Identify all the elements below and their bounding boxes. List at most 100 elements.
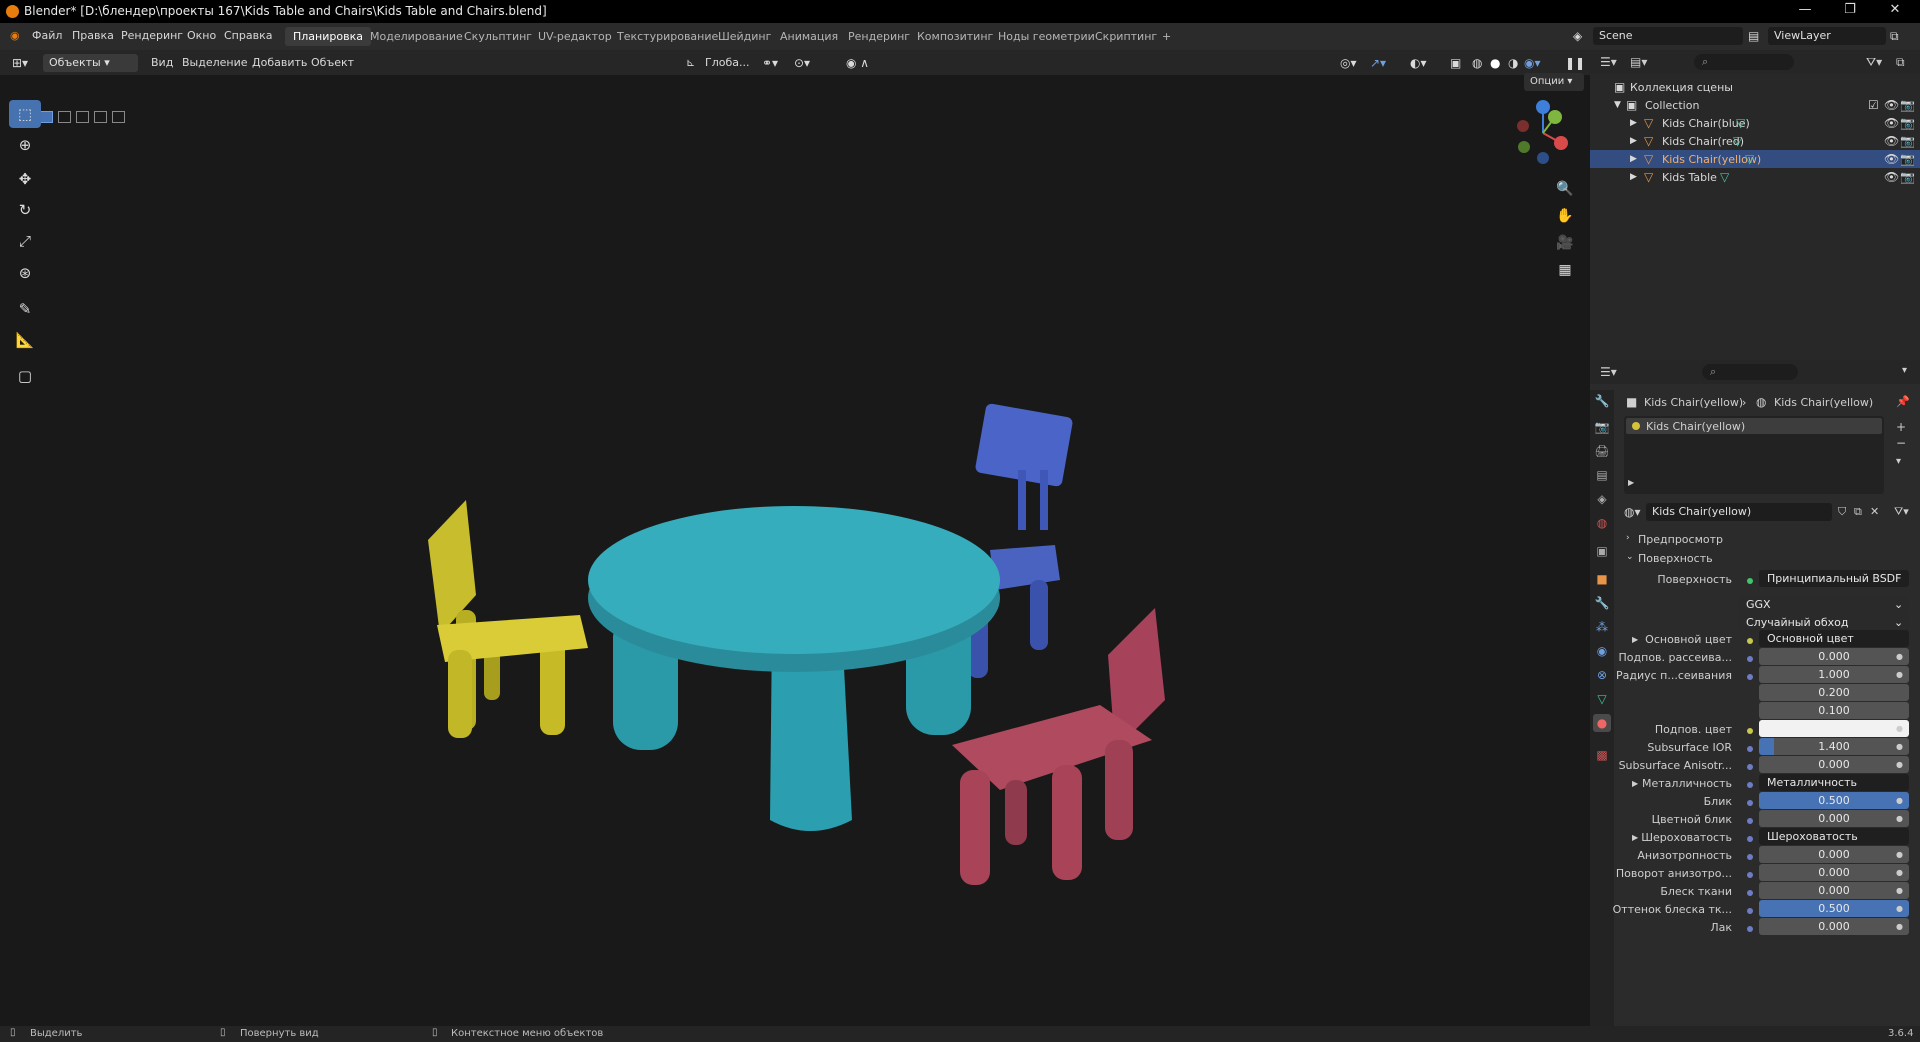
- expand-arrow-icon[interactable]: ▶: [1628, 478, 1634, 487]
- clearcoat-field[interactable]: 0.000: [1759, 918, 1909, 935]
- tab-rendering[interactable]: Рендеринг: [840, 27, 918, 46]
- eye-icon[interactable]: 👁: [1884, 170, 1899, 184]
- expand-arrow-icon[interactable]: ▶: [1630, 154, 1637, 164]
- slot-menu-chevron-icon[interactable]: ▾: [1896, 456, 1901, 467]
- surface-shader-field[interactable]: Принципиальный BSDF: [1759, 570, 1909, 587]
- distribution-dropdown[interactable]: GGX ⌄: [1738, 596, 1909, 613]
- render-camera-icon[interactable]: 📷: [1900, 152, 1915, 166]
- roughness-field[interactable]: Шероховатость: [1759, 828, 1909, 845]
- eye-icon[interactable]: 👁: [1884, 134, 1899, 148]
- properties-search-input[interactable]: ⌕: [1702, 364, 1798, 380]
- expand-arrow-icon[interactable]: ▶: [1630, 118, 1637, 128]
- tab-sculpting[interactable]: Скульптинг: [456, 27, 540, 46]
- material-slot-row[interactable]: Kids Chair(yellow): [1626, 418, 1882, 434]
- tab-uv-editing[interactable]: UV-редактор: [530, 27, 620, 46]
- outliner-collection[interactable]: ▼ ▣ Collection ☑ 👁 📷: [1590, 96, 1920, 114]
- surface-panel-header[interactable]: ⌄ Поверхность: [1624, 549, 1914, 567]
- outliner-scene-collection[interactable]: ▣ Коллекция сцены: [1590, 78, 1920, 96]
- outliner-item-kids-table[interactable]: ▶ ▽ Kids Table ▽ 👁 📷: [1590, 168, 1920, 186]
- maximize-icon[interactable]: ❐: [1835, 2, 1865, 17]
- chevron-down-icon[interactable]: ▾: [1902, 365, 1907, 376]
- outliner-item-kids-chair-red[interactable]: ▶ ▽ Kids Chair(red) ▽ 👁 📷: [1590, 132, 1920, 150]
- keyframe-dot-icon[interactable]: ●: [1896, 742, 1903, 751]
- tool-tab-icon[interactable]: 🔧: [1593, 392, 1611, 410]
- view-layer-selector[interactable]: ViewLayer: [1768, 27, 1886, 45]
- keyframe-dot-icon[interactable]: ●: [1896, 814, 1903, 823]
- anisotropic-field[interactable]: 0.000: [1759, 846, 1909, 863]
- subsurface-color-swatch[interactable]: [1759, 720, 1909, 737]
- expand-arrow-icon[interactable]: ▶: [1630, 172, 1637, 182]
- subsurface-anisotropy-field[interactable]: 0.000: [1759, 756, 1909, 773]
- output-tab-icon[interactable]: 🖨: [1593, 442, 1611, 460]
- outliner-item-kids-chair-yellow[interactable]: ▶ ▽ Kids Chair(yellow) ▽ 👁 📷: [1590, 150, 1920, 168]
- subsurface-radius-z-field[interactable]: 0.100: [1759, 702, 1909, 719]
- menu-edit[interactable]: Правка: [72, 29, 114, 42]
- preview-panel-header[interactable]: › Предпросмотр: [1624, 530, 1914, 548]
- close-icon[interactable]: ✕: [1880, 2, 1910, 17]
- anisotropic-rotation-field[interactable]: 0.000: [1759, 864, 1909, 881]
- exclude-checkbox-icon[interactable]: ☑: [1868, 98, 1879, 112]
- expand-arrow-icon[interactable]: ▼: [1614, 100, 1621, 110]
- tab-modeling[interactable]: Моделирование: [362, 27, 471, 46]
- render-camera-icon[interactable]: 📷: [1900, 98, 1915, 112]
- fake-user-shield-icon[interactable]: ⛉: [1838, 505, 1846, 519]
- tab-compositing[interactable]: Композитинг: [909, 27, 1001, 46]
- menu-window[interactable]: Окно: [187, 29, 216, 42]
- new-view-layer-icon[interactable]: ⧉: [1890, 29, 1899, 44]
- keyframe-dot-icon[interactable]: ●: [1896, 670, 1903, 679]
- menu-help[interactable]: Справка: [224, 29, 272, 42]
- metallic-field[interactable]: Металличность: [1759, 774, 1909, 791]
- keyframe-dot-icon[interactable]: ●: [1896, 886, 1903, 895]
- menu-file[interactable]: Файл: [32, 29, 62, 42]
- duplicate-material-icon[interactable]: ⧉: [1854, 505, 1862, 519]
- eye-icon[interactable]: 👁: [1884, 116, 1899, 130]
- tab-texture-paint[interactable]: Текстурирование: [609, 27, 726, 46]
- base-color-field[interactable]: Основной цвет: [1759, 630, 1909, 647]
- subsurface-ior-field[interactable]: 1.400: [1759, 738, 1909, 755]
- material-slot-list[interactable]: Kids Chair(yellow) ▶: [1624, 416, 1884, 494]
- eye-icon[interactable]: 👁: [1884, 152, 1899, 166]
- properties-editor[interactable]: ☰▾ ⌕ ▾ 🔧 📷 🖨 ▤ ◈ ◍ ▣ ■ 🔧 ⁂ ◉ ⊗ ▽ ● ▩ ■ K…: [1590, 360, 1920, 1026]
- sheen-tint-field[interactable]: 0.500: [1759, 900, 1909, 917]
- outliner[interactable]: ☰▾ ▤▾ ⌕ ⛛▾ ⧉ ▣ Коллекция сцены ▼ ▣ Colle…: [1590, 50, 1920, 360]
- tab-animation[interactable]: Анимация: [772, 27, 846, 46]
- material-name-field[interactable]: Kids Chair(yellow): [1646, 503, 1832, 521]
- tab-shading[interactable]: Шейдинг: [710, 27, 779, 46]
- minimize-icon[interactable]: —: [1790, 2, 1820, 17]
- render-tab-icon[interactable]: 📷: [1593, 418, 1611, 436]
- sheen-field[interactable]: 0.000: [1759, 882, 1909, 899]
- keyframe-dot-icon[interactable]: ●: [1896, 922, 1903, 931]
- scene-selector[interactable]: Scene: [1593, 27, 1743, 45]
- eye-icon[interactable]: 👁: [1884, 98, 1899, 112]
- blender-menu-icon[interactable]: ◉: [10, 29, 20, 42]
- scene-tab-icon[interactable]: ◈: [1593, 490, 1611, 508]
- properties-editor-icon[interactable]: ☰▾: [1600, 365, 1617, 379]
- unlink-material-icon[interactable]: ✕: [1870, 505, 1879, 518]
- new-collection-icon[interactable]: ⧉: [1896, 55, 1905, 70]
- subsurface-field[interactable]: 0.000: [1759, 648, 1909, 665]
- remove-slot-icon[interactable]: −: [1896, 436, 1906, 450]
- outliner-search-input[interactable]: ⌕: [1694, 54, 1794, 70]
- view-layer-tab-icon[interactable]: ▤: [1593, 466, 1611, 484]
- keyframe-dot-icon[interactable]: ●: [1896, 868, 1903, 877]
- tab-layout[interactable]: Планировка: [285, 27, 371, 46]
- specular-field[interactable]: 0.500: [1759, 792, 1909, 809]
- filter-icon[interactable]: ⛛▾: [1866, 55, 1882, 70]
- keyframe-dot-icon[interactable]: ●: [1896, 796, 1903, 805]
- keyframe-dot-icon[interactable]: ●: [1896, 904, 1903, 913]
- collection-tab-icon[interactable]: ▣: [1593, 542, 1611, 560]
- render-camera-icon[interactable]: 📷: [1900, 134, 1915, 148]
- menu-render[interactable]: Рендеринг: [121, 29, 183, 42]
- specular-tint-field[interactable]: 0.000: [1759, 810, 1909, 827]
- node-link-icon[interactable]: ⛛▾: [1894, 505, 1909, 519]
- tab-geometry-nodes[interactable]: Ноды геометрии: [990, 27, 1103, 46]
- display-mode-icon[interactable]: ▤▾: [1630, 55, 1647, 69]
- keyframe-dot-icon[interactable]: ●: [1896, 850, 1903, 859]
- 3d-viewport[interactable]: ⊞▾ Объекты ▾ Вид Выделение Добавить Объе…: [0, 50, 1590, 1026]
- world-tab-icon[interactable]: ◍: [1593, 514, 1611, 532]
- add-workspace-button[interactable]: +: [1154, 27, 1179, 46]
- outliner-editor-icon[interactable]: ☰▾: [1600, 55, 1617, 69]
- keyframe-dot-icon[interactable]: ●: [1896, 760, 1903, 769]
- render-camera-icon[interactable]: 📷: [1900, 116, 1915, 130]
- expand-arrow-icon[interactable]: ▶: [1630, 136, 1637, 146]
